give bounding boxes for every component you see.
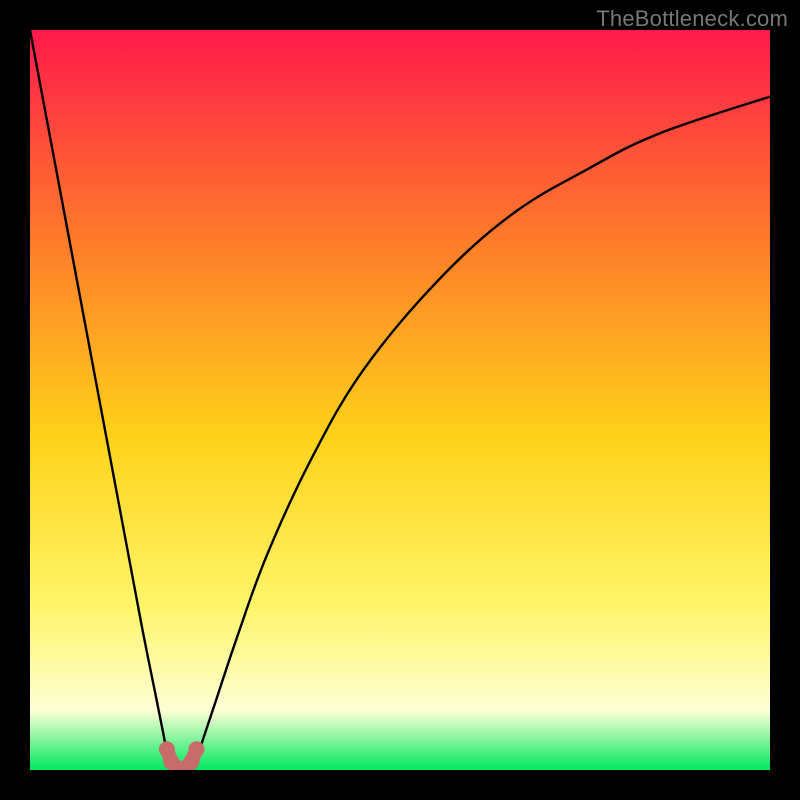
watermark-text: TheBottleneck.com <box>596 6 788 32</box>
plot-area <box>30 30 770 770</box>
chart-frame: TheBottleneck.com <box>0 0 800 800</box>
background-gradient <box>30 30 770 770</box>
